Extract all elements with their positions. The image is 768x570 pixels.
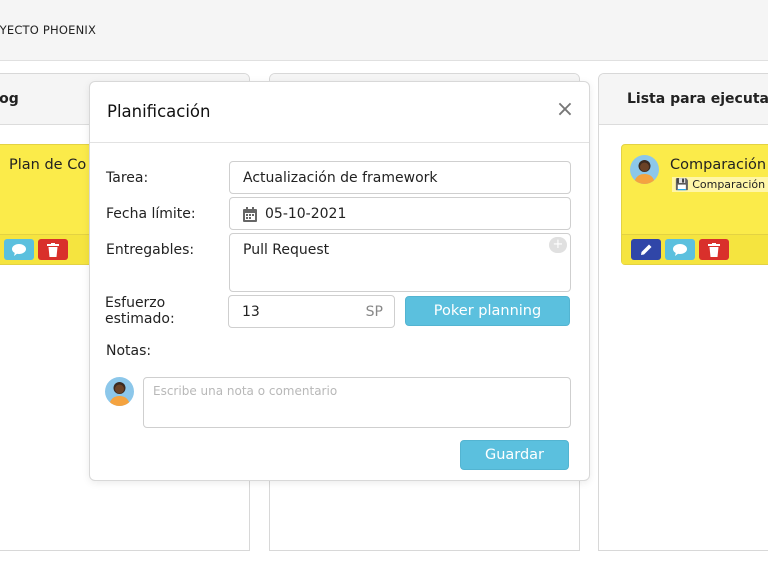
comment-icon (673, 243, 687, 256)
trash-icon (708, 242, 720, 257)
notes-label: Notas: (106, 343, 152, 359)
column-title: Lista para ejecutar (627, 91, 768, 107)
effort-input[interactable]: 13 SP (228, 295, 395, 328)
effort-label: Esfuerzo estimado: (105, 295, 175, 327)
deliverables-label: Entregables: (106, 242, 195, 258)
trash-icon (47, 242, 59, 257)
note-input[interactable]: Escribe una nota o comentario (143, 377, 571, 428)
calendar-icon (243, 207, 257, 222)
task-value: Actualización de framework (243, 170, 438, 186)
comment-button[interactable] (4, 239, 34, 260)
column-title: klog (0, 91, 19, 107)
add-deliverable-button[interactable]: + (549, 237, 567, 253)
effort-label-line1: Esfuerzo (105, 295, 166, 311)
column-ready: Lista para ejecutar Comparación 💾 Compar… (598, 73, 768, 551)
card-footer (622, 234, 768, 264)
card-title: Plan de Co (9, 157, 87, 173)
attachment-link[interactable]: 💾 Comparación c (672, 177, 768, 192)
close-icon: × (555, 97, 575, 122)
modal-header: Planificación × (90, 82, 589, 143)
save-button[interactable]: Guardar (460, 440, 569, 470)
due-date-value: 05-10-2021 (265, 206, 347, 222)
modal-title: Planificación (107, 102, 211, 121)
note-placeholder: Escribe una nota o comentario (153, 384, 338, 398)
project-name: OYECTO PHOENIX (0, 23, 97, 37)
comment-button[interactable] (665, 239, 695, 260)
avatar (630, 155, 659, 184)
comment-icon (12, 243, 26, 256)
delete-button[interactable] (699, 239, 729, 260)
effort-value: 13 (242, 304, 260, 320)
poker-planning-button[interactable]: Poker planning (405, 296, 570, 326)
effort-label-line2: estimado: (105, 311, 175, 327)
deliverable-item: Pull Request (243, 242, 330, 258)
task-card[interactable]: Comparación 💾 Comparación c (621, 144, 768, 265)
deliverables-input[interactable]: Pull Request + (229, 233, 571, 292)
delete-button[interactable] (38, 239, 68, 260)
task-input[interactable]: Actualización de framework (229, 161, 571, 194)
card-title: Comparación (670, 157, 767, 173)
top-bar: OYECTO PHOENIX (0, 0, 768, 61)
pencil-icon (640, 244, 651, 255)
edit-button[interactable] (631, 239, 661, 260)
planning-modal: Planificación × Tarea: Actualización de … (89, 81, 590, 481)
due-date-label: Fecha límite: (106, 206, 196, 222)
avatar (105, 377, 134, 406)
task-label: Tarea: (106, 170, 149, 186)
due-date-input[interactable]: 05-10-2021 (229, 197, 571, 230)
close-button[interactable]: × (555, 99, 575, 121)
column-header: Lista para ejecutar (599, 74, 768, 125)
plus-icon: + (552, 237, 564, 252)
story-points-unit: SP (365, 304, 383, 320)
